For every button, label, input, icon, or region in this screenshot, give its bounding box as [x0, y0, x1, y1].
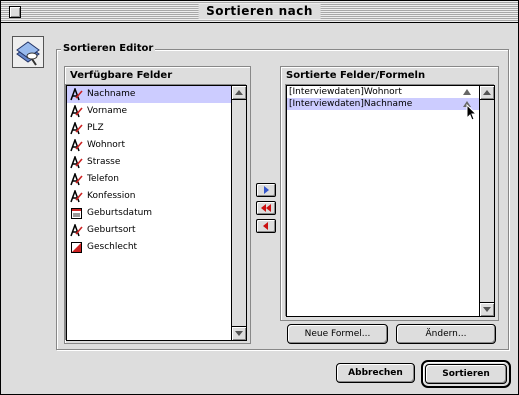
scroll-down-button[interactable] [232, 326, 246, 340]
mouse-pointer-icon [466, 104, 478, 121]
available-fields-title: Verfügbare Felder [70, 70, 173, 81]
remove-all-button[interactable] [256, 201, 276, 215]
available-field-item[interactable]: Nachname [67, 86, 231, 103]
sorted-fields-list[interactable]: [Interviewdaten]Wohnort [Interviewdaten]N… [286, 85, 495, 317]
available-field-item[interactable]: Strasse [67, 154, 231, 171]
title-bar[interactable]: Sortieren nach [1, 1, 518, 23]
date-field-icon [71, 208, 82, 219]
sorted-fields-title: Sortierte Felder/Formeln [286, 70, 426, 81]
available-fields-list[interactable]: Nachname Vorname PLZ Wohnort Strasse Telefon K… [66, 85, 247, 341]
close-box-button[interactable] [9, 6, 21, 18]
field-label: Geburtsort [87, 225, 136, 235]
scroll-up-button[interactable] [232, 86, 246, 100]
remove-field-button[interactable] [256, 219, 276, 233]
available-field-item[interactable]: Telefon [67, 171, 231, 188]
arrow-up-icon [483, 90, 491, 95]
available-field-item[interactable]: Geburtsort [67, 222, 231, 239]
text-field-icon [70, 190, 83, 203]
sorted-field-item[interactable]: [Interviewdaten]Wohnort [287, 86, 479, 98]
field-label: Geschlecht [87, 242, 138, 252]
available-field-item[interactable]: PLZ [67, 120, 231, 137]
sorted-fields-scrollbar[interactable] [479, 86, 494, 316]
double-arrow-left-icon [261, 204, 271, 212]
arrow-down-icon [235, 331, 243, 336]
available-field-item[interactable]: Geburtsdatum [67, 205, 231, 222]
available-field-item[interactable]: Wohnort [67, 137, 231, 154]
text-field-icon [70, 105, 83, 118]
sort-ascending-icon[interactable] [463, 89, 471, 95]
text-field-icon [70, 224, 83, 237]
field-label: Strasse [87, 157, 121, 167]
arrow-left-icon [263, 222, 268, 230]
text-field-icon [70, 139, 83, 152]
sorted-fields-items: [Interviewdaten]Wohnort [Interviewdaten]N… [287, 86, 479, 110]
field-label: Geburtsdatum [87, 208, 153, 218]
sort-editor-label: Sortieren Editor [61, 43, 156, 55]
field-label: Telefon [87, 174, 119, 184]
scroll-up-button[interactable] [480, 86, 494, 100]
scroll-down-button[interactable] [480, 302, 494, 316]
window-title: Sortieren nach [198, 4, 321, 19]
arrow-down-icon [483, 307, 491, 312]
available-field-item[interactable]: Vorname [67, 103, 231, 120]
field-label: PLZ [87, 123, 104, 133]
field-label: Nachname [87, 89, 136, 99]
available-field-item[interactable]: Konfession [67, 188, 231, 205]
arrow-right-icon [264, 186, 269, 194]
cancel-button[interactable]: Abbrechen [336, 363, 415, 383]
text-field-icon [70, 156, 83, 169]
sorted-field-label: [Interviewdaten]Nachname [289, 99, 413, 109]
field-label: Wohnort [87, 140, 126, 150]
sort-dialog-window: Sortieren nach Sortieren Editor Verfügba… [0, 0, 519, 395]
change-button[interactable]: Ändern... [396, 324, 496, 344]
text-field-icon [70, 88, 83, 101]
text-field-icon [70, 122, 83, 135]
text-field-icon [70, 173, 83, 186]
sorted-field-label: [Interviewdaten]Wohnort [289, 87, 402, 97]
sort-button[interactable]: Sortieren [425, 364, 507, 384]
add-field-button[interactable] [256, 183, 276, 197]
field-label: Vorname [87, 106, 128, 116]
available-fields-scrollbar[interactable] [231, 86, 246, 340]
sort-dialog-icon [12, 36, 44, 68]
sorted-field-item[interactable]: [Interviewdaten]Nachname [287, 98, 479, 110]
field-label: Konfession [87, 191, 136, 201]
arrow-up-icon [235, 90, 243, 95]
available-fields-items: Nachname Vorname PLZ Wohnort Strasse Telefon K… [67, 86, 231, 256]
new-formula-button[interactable]: Neue Formel... [287, 324, 388, 344]
boolean-field-icon [71, 242, 82, 253]
available-field-item[interactable]: Geschlecht [67, 239, 231, 256]
